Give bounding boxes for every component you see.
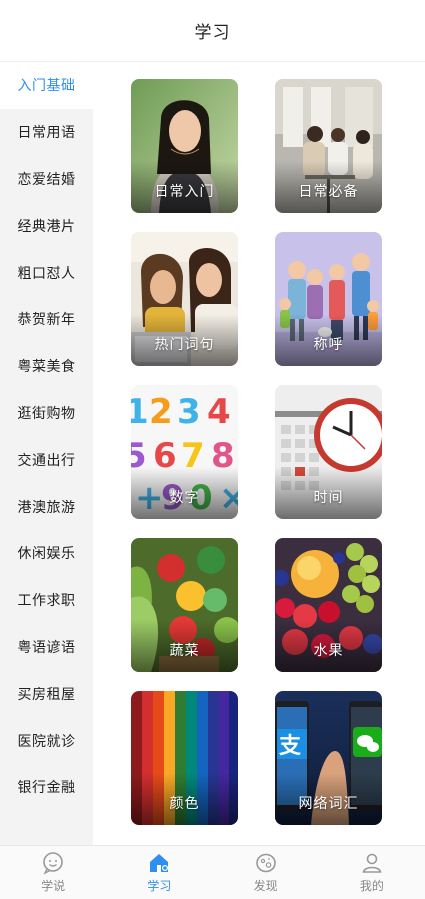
card-daily-intro[interactable]: 日常入门 (131, 79, 238, 213)
sidebar-item-romance[interactable]: 恋爱结婚 (0, 156, 93, 203)
tab-speak[interactable]: 学说 (0, 846, 106, 899)
card-time[interactable]: 时间 (275, 385, 382, 519)
card-grid: 日常入门 日常必备 热门词句 称呼 1 2 3 4 5 6 7 8 数字 时间 … (93, 62, 425, 845)
card-daily-essentials[interactable]: 日常必备 (275, 79, 382, 213)
sidebar-item-hospital[interactable]: 医院就诊 (0, 717, 93, 764)
card-fruits[interactable]: 水果 (275, 538, 382, 672)
card-label: 热门词句 (154, 337, 215, 353)
card-label: 数字 (169, 490, 200, 506)
page-title: 学习 (194, 23, 231, 43)
tab-discover[interactable]: 发现 (213, 846, 319, 899)
card-label: 蔬菜 (169, 643, 200, 659)
sidebar-item-transport[interactable]: 交通出行 (0, 436, 93, 483)
card-internet-slang[interactable]: 支 网络词汇 (275, 691, 382, 825)
card-label: 网络词汇 (298, 796, 359, 812)
top-bar: 学习 (0, 0, 425, 62)
card-forms-of-address[interactable]: 称呼 (275, 232, 382, 366)
sidebar-item-travel[interactable]: 港澳旅游 (0, 483, 93, 530)
svg-text:2: 2 (149, 392, 173, 432)
card-numbers[interactable]: 1 2 3 4 5 6 7 8 + 9 0 × 数字 (131, 385, 238, 519)
card-vegetables[interactable]: 蔬菜 (131, 538, 238, 672)
sidebar-item-leisure[interactable]: 休闲娱乐 (0, 530, 93, 577)
sidebar-item-banking[interactable]: 银行金融 (0, 764, 93, 811)
bottom-tab-bar: 学说 学习 发现 我的 (0, 845, 425, 899)
card-popular-phrases[interactable]: 热门词句 (131, 232, 238, 366)
card-colors[interactable]: 颜色 (131, 691, 238, 825)
tab-label: 学说 (41, 879, 66, 893)
discover-icon (255, 853, 276, 873)
sidebar-item-hk-films[interactable]: 经典港片 (0, 202, 93, 249)
sidebar-item-slang[interactable]: 粗口怼人 (0, 249, 93, 296)
card-label: 称呼 (313, 337, 344, 353)
tab-label: 发现 (253, 879, 278, 893)
sidebar-item-shopping[interactable]: 逛街购物 (0, 390, 93, 437)
chat-smile-icon (43, 852, 63, 875)
sidebar-item-food[interactable]: 粤菜美食 (0, 343, 93, 390)
sidebar-item-basics[interactable]: 入门基础 (0, 62, 93, 109)
sidebar-item-daily[interactable]: 日常用语 (0, 109, 93, 156)
tab-label: 学习 (147, 879, 172, 893)
card-label: 时间 (313, 490, 344, 506)
svg-text:4: 4 (207, 392, 231, 432)
sidebar-item-new-year[interactable]: 恭贺新年 (0, 296, 93, 343)
category-sidebar: 入门基础 日常用语 恋爱结婚 经典港片 粗口怼人 恭贺新年 粤菜美食 逛街购物 … (0, 62, 93, 845)
card-label: 颜色 (169, 796, 200, 812)
sidebar-item-proverbs[interactable]: 粤语谚语 (0, 624, 93, 671)
sidebar-item-housing[interactable]: 买房租屋 (0, 670, 93, 717)
svg-text:支: 支 (279, 734, 302, 759)
user-icon (362, 853, 382, 873)
card-label: 日常必备 (298, 184, 359, 200)
svg-text:3: 3 (177, 392, 201, 432)
tab-learn[interactable]: 学习 (106, 846, 212, 899)
svg-text:1: 1 (131, 392, 149, 432)
card-label: 水果 (313, 643, 344, 659)
home-icon (150, 854, 169, 872)
tab-me[interactable]: 我的 (319, 846, 425, 899)
sidebar-item-jobs[interactable]: 工作求职 (0, 577, 93, 624)
tab-label: 我的 (359, 879, 384, 893)
card-label: 日常入门 (154, 184, 215, 200)
